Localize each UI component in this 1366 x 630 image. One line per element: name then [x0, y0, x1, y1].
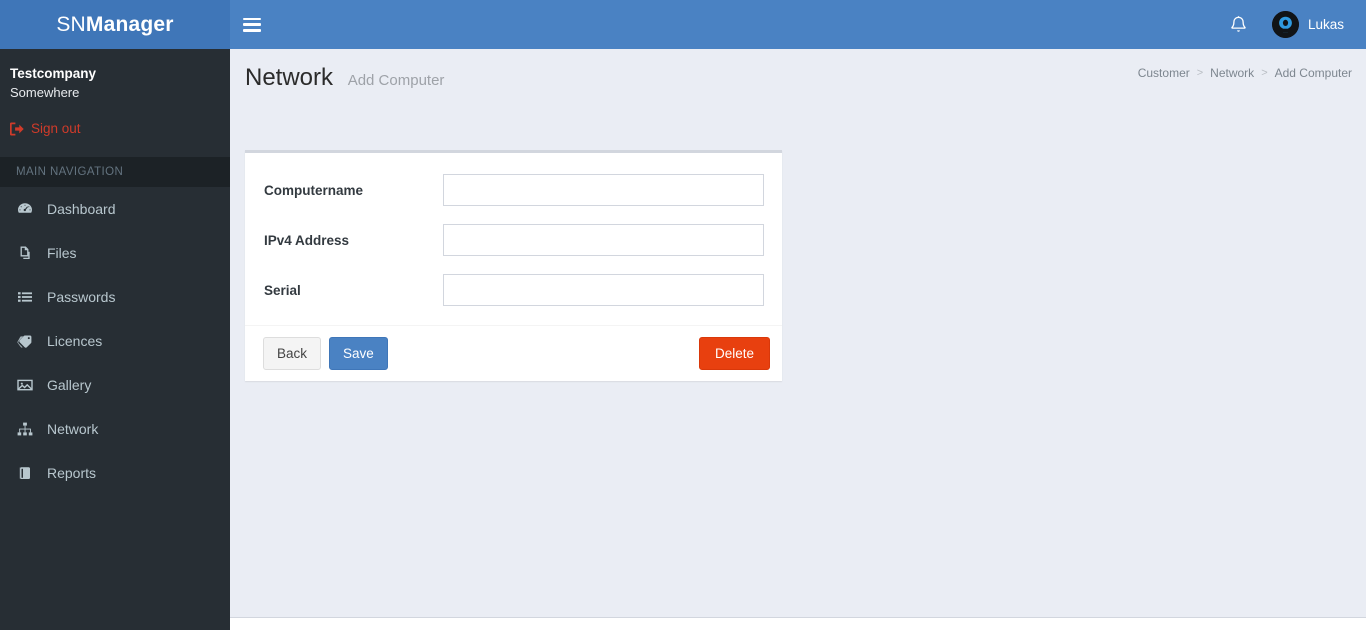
page-title-main: Network: [245, 64, 334, 91]
delete-button[interactable]: Delete: [698, 336, 770, 371]
sidebar-item-label: Licences: [47, 332, 103, 349]
files-icon: [17, 245, 39, 261]
user-name-label: Lukas: [1307, 17, 1344, 32]
sidebar-item-label: Network: [47, 420, 99, 437]
breadcrumb-item-network[interactable]: Network: [1210, 66, 1254, 80]
sidebar-item-dashboard[interactable]: Dashboard: [0, 187, 230, 231]
sidebar-item-files[interactable]: Files: [0, 231, 230, 275]
ipv4-address-input[interactable]: [443, 224, 764, 256]
sidebar-item-label: Gallery: [47, 376, 92, 393]
sign-out-link[interactable]: Sign out: [10, 121, 81, 136]
field-row-ipv4-address: IPv4 Address: [245, 215, 782, 265]
breadcrumb-separator: >: [1196, 67, 1204, 79]
signout-row: Sign out: [0, 102, 230, 141]
serial-label: Serial: [264, 282, 301, 298]
sidebar-item-licences[interactable]: Licences: [0, 319, 230, 363]
computername-input[interactable]: [443, 174, 764, 206]
hamburger-bar: [242, 17, 261, 20]
main-header: SN Manager Lukas: [0, 0, 1366, 49]
company-name: Testcompany: [10, 66, 97, 81]
bell-icon: [1229, 15, 1248, 35]
logo-text-bold: Manager: [85, 12, 174, 36]
field-row-computername: Computername: [245, 165, 782, 215]
sitemap-icon: [17, 421, 39, 437]
breadcrumb-separator: >: [1261, 67, 1268, 79]
breadcrumb-item-add-computer: Add Computer: [1274, 66, 1352, 80]
hamburger-bar: [242, 29, 261, 32]
page-footer: [230, 617, 1366, 630]
sign-out-icon: [10, 122, 25, 136]
sidebar-toggle-button[interactable]: [230, 0, 273, 49]
avatar: [1271, 11, 1299, 38]
sidebar-item-label: Dashboard: [47, 200, 116, 217]
page-subtitle: Add Computer: [347, 72, 445, 89]
save-button[interactable]: Save: [329, 336, 388, 371]
book-icon: [17, 465, 39, 481]
back-button[interactable]: Back: [263, 336, 322, 371]
tag-icon: [17, 333, 39, 349]
sidebar-item-gallery[interactable]: Gallery: [0, 363, 230, 407]
sidebar-item-label: Passwords: [47, 288, 116, 305]
user-menu-button[interactable]: Lukas: [1262, 0, 1366, 49]
sign-out-label: Sign out: [31, 121, 81, 136]
app-root: SN Manager Lukas Testcompany Somewhere S…: [0, 0, 1366, 630]
content-wrapper: Network Add Computer Customer > Network …: [230, 49, 1366, 617]
sidebar-item-label: Reports: [47, 464, 97, 481]
computername-label: Computername: [264, 182, 364, 198]
sidebar: Testcompany Somewhere Sign out MAIN NAVI…: [0, 49, 230, 630]
serial-input[interactable]: [443, 274, 764, 306]
header-right-menu: Lukas: [1215, 0, 1366, 49]
breadcrumb-item-customer[interactable]: Customer: [1138, 66, 1190, 80]
breadcrumb: Customer > Network > Add Computer: [1138, 66, 1352, 80]
sidebar-user-panel: Testcompany Somewhere: [0, 49, 230, 102]
notifications-button[interactable]: [1215, 0, 1262, 49]
ipv4-address-label: IPv4 Address: [264, 232, 350, 248]
app-logo[interactable]: SN Manager: [0, 0, 230, 49]
field-row-serial: Serial: [245, 265, 782, 315]
form-body: Computername IPv4 Address Serial: [245, 153, 782, 325]
image-icon: [17, 377, 39, 393]
sidebar-item-network[interactable]: Network: [0, 407, 230, 451]
form-footer: Back Save Delete: [245, 325, 782, 381]
nav-section-header: MAIN NAVIGATION: [0, 156, 230, 187]
logo-text-light: SN: [56, 12, 86, 36]
sidebar-nav-list: Dashboard Files Passwords Licences Galle…: [0, 187, 230, 495]
list-icon: [17, 289, 39, 305]
hamburger-icon: [242, 17, 261, 32]
sidebar-item-reports[interactable]: Reports: [0, 451, 230, 495]
company-location: Somewhere: [10, 85, 80, 100]
page-title: Network Add Computer: [245, 63, 444, 96]
add-computer-form-box: Computername IPv4 Address Serial Back Sa…: [245, 150, 782, 381]
hamburger-bar: [242, 23, 261, 26]
content-header: Network Add Computer Customer > Network …: [230, 49, 1366, 101]
sidebar-item-label: Files: [47, 244, 77, 261]
dashboard-icon: [17, 201, 39, 217]
sidebar-item-passwords[interactable]: Passwords: [0, 275, 230, 319]
